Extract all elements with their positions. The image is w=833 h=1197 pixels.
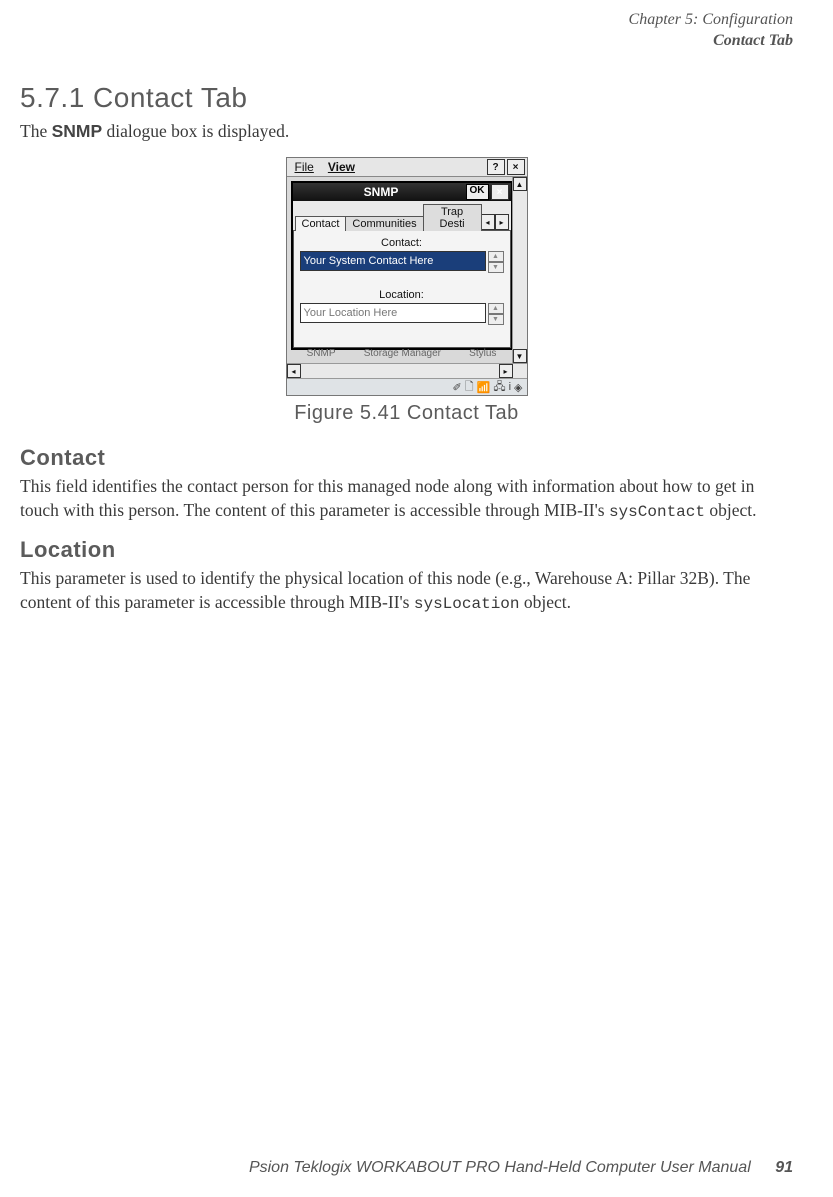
contact-field-wrap: Your System Contact Here ▲ ▼ <box>300 251 504 273</box>
desktop-icon-labels: SNMP Storage Manager Stylus <box>291 348 513 361</box>
header-chapter: Chapter 5: Configuration <box>20 10 793 31</box>
help-button[interactable]: ? <box>487 159 505 175</box>
location-spin-down-icon[interactable]: ▼ <box>488 314 504 325</box>
running-header: Chapter 5: Configuration Contact Tab <box>20 10 793 52</box>
tray-icon-5[interactable]: i <box>509 381 511 393</box>
dialog-close-button[interactable]: × <box>491 184 509 200</box>
menu-file[interactable]: File <box>289 160 320 174</box>
dialog-title: SNMP <box>295 185 464 199</box>
page-number: 91 <box>775 1159 793 1176</box>
intro-post: dialogue box is displayed. <box>102 121 289 141</box>
location-paragraph: This parameter is used to identify the p… <box>20 567 793 615</box>
tray-icon-6[interactable]: ◈ <box>514 381 522 394</box>
tab-strip: Contact Communities Trap Desti ◂ ▸ <box>293 201 511 230</box>
location-spin: ▲ ▼ <box>488 303 504 325</box>
tab-contact[interactable]: Contact <box>295 216 347 231</box>
header-topic: Contact Tab <box>20 31 793 52</box>
contact-spin-down-icon[interactable]: ▼ <box>488 262 504 273</box>
tray-icon-2[interactable]: 🗋 <box>465 378 474 397</box>
footer-text: Psion Teklogix WORKABOUT PRO Hand-Held C… <box>249 1159 751 1176</box>
close-button[interactable]: × <box>507 159 525 175</box>
tray-icon-1[interactable]: ✐ <box>453 381 462 394</box>
subheading-contact: Contact <box>20 445 793 471</box>
location-field-wrap: Your Location Here ▲ ▼ <box>300 303 504 325</box>
tab-communities[interactable]: Communities <box>345 216 423 231</box>
tray-icon-3[interactable]: 📶 <box>477 381 491 394</box>
workarea: ▲ ▼ SNMP OK × Contact Communities Trap D… <box>287 177 527 363</box>
contact-spin-up-icon[interactable]: ▲ <box>488 251 504 262</box>
section-heading: 5.7.1 Contact Tab <box>20 82 793 114</box>
dialog-titlebar: SNMP OK × <box>293 183 511 201</box>
menu-view[interactable]: View <box>322 160 361 174</box>
tab-trap-destinations[interactable]: Trap Desti <box>423 204 482 231</box>
menubar: File View ? × <box>287 158 527 177</box>
taskbar: ✐ 🗋 📶 🖧 i ◈ <box>287 378 527 395</box>
scroll-down-icon[interactable]: ▼ <box>513 349 527 363</box>
figure-wrap: File View ? × ▲ ▼ SNMP OK × <box>20 157 793 396</box>
contact-spin: ▲ ▼ <box>488 251 504 273</box>
location-text-post: object. <box>520 592 572 612</box>
figure-caption: Figure 5.41 Contact Tab <box>20 402 793 425</box>
location-label: Location: <box>300 289 504 301</box>
intro-pre: The <box>20 121 52 141</box>
desktop-label-stylus: Stylus <box>469 348 496 359</box>
vertical-scrollbar[interactable]: ▲ ▼ <box>512 177 527 363</box>
contact-label: Contact: <box>300 237 504 249</box>
tab-scroll: ◂ ▸ <box>481 214 509 230</box>
intro-paragraph: The SNMP dialogue box is displayed. <box>20 120 793 144</box>
tab-scroll-right-icon[interactable]: ▸ <box>495 214 509 230</box>
desktop-label-storage-manager: Storage Manager <box>364 348 441 359</box>
contact-input[interactable]: Your System Contact Here <box>300 251 486 271</box>
location-input[interactable]: Your Location Here <box>300 303 486 323</box>
intro-bold: SNMP <box>52 121 103 141</box>
tab-scroll-left-icon[interactable]: ◂ <box>481 214 495 230</box>
footer: Psion Teklogix WORKABOUT PRO Hand-Held C… <box>249 1159 793 1177</box>
subheading-location: Location <box>20 537 793 563</box>
contact-text-post: object. <box>705 500 757 520</box>
device-screenshot: File View ? × ▲ ▼ SNMP OK × <box>286 157 528 396</box>
scroll-left-icon[interactable]: ◂ <box>287 364 301 378</box>
location-text-pre: This parameter is used to identify the p… <box>20 568 750 612</box>
page: Chapter 5: Configuration Contact Tab 5.7… <box>0 0 833 1197</box>
tab-panel: Contact: Your System Contact Here ▲ ▼ Lo… <box>293 230 511 348</box>
location-code: sysLocation <box>414 595 520 613</box>
scroll-up-icon[interactable]: ▲ <box>513 177 527 191</box>
tray-icon-4[interactable]: 🖧 <box>493 378 505 397</box>
scroll-right-icon[interactable]: ▸ <box>499 364 513 378</box>
snmp-dialog: SNMP OK × Contact Communities Trap Desti… <box>291 181 513 350</box>
horizontal-scrollbar[interactable]: ◂ ▸ <box>287 363 527 378</box>
location-spin-up-icon[interactable]: ▲ <box>488 303 504 314</box>
contact-code: sysContact <box>609 503 705 521</box>
desktop-label-snmp: SNMP <box>307 348 336 359</box>
contact-paragraph: This field identifies the contact person… <box>20 475 793 523</box>
dialog-ok-button[interactable]: OK <box>466 184 489 200</box>
